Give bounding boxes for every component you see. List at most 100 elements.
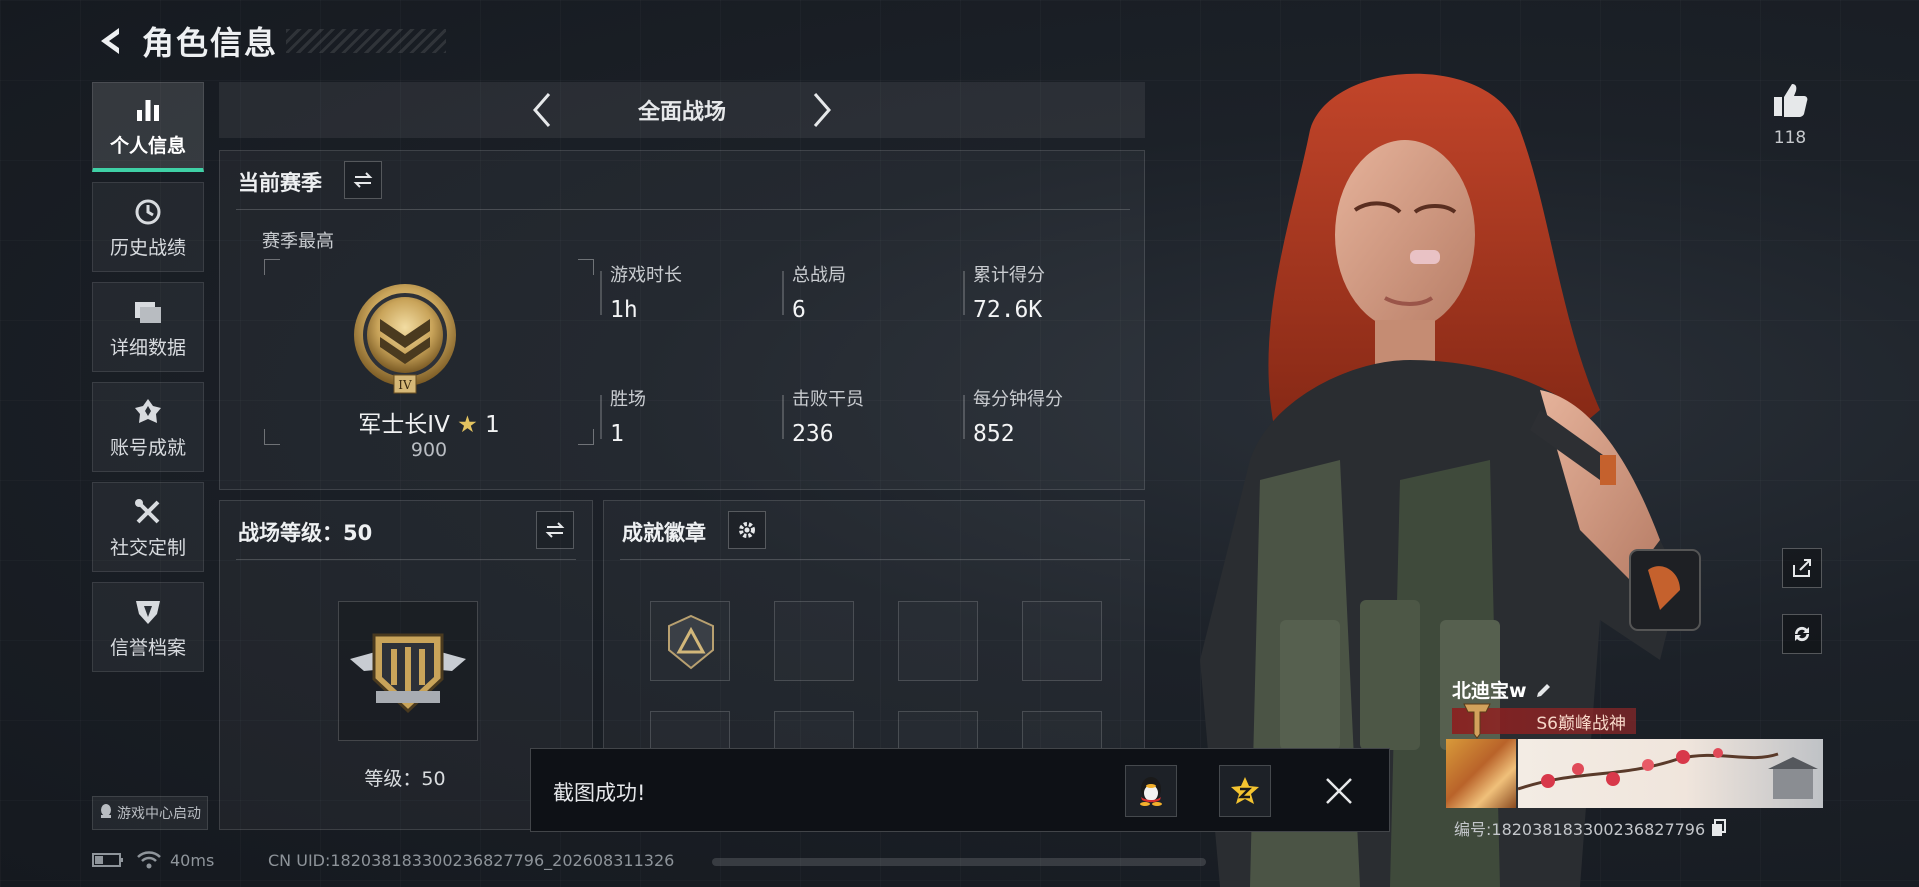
share-button[interactable] — [1782, 548, 1822, 588]
qq-icon — [99, 803, 113, 823]
sidebar: 个人信息 历史战绩 详细数据 账号成就 社交定制 信誉档案 — [92, 82, 204, 682]
thumbs-up-icon — [1774, 84, 1808, 117]
swap-icon — [545, 522, 565, 538]
ping-value: 40ms — [170, 850, 215, 870]
stat-divider — [963, 395, 965, 439]
stat-label: 击败干员 — [792, 389, 864, 410]
uid-text: CN UID:18203818330023682779​6_2026083113… — [268, 851, 675, 870]
refresh-button[interactable] — [1782, 614, 1822, 654]
bar-chart-icon — [131, 93, 165, 127]
badge-slot[interactable] — [774, 601, 854, 681]
horizontal-scrollbar[interactable] — [712, 858, 1206, 866]
battlefield-switch-button[interactable] — [536, 511, 574, 549]
stat-value: 236 — [792, 421, 834, 447]
stat-label: 累计得分 — [973, 265, 1045, 286]
chevron-right-icon — [813, 93, 831, 127]
back-arrow-icon — [101, 28, 119, 54]
sidebar-item-achievements[interactable]: 账号成就 — [92, 382, 204, 472]
achievement-icon — [131, 395, 165, 429]
launch-label: 游戏中心启动 — [117, 806, 201, 822]
panel-divider — [236, 559, 576, 560]
level-badge-icon — [350, 633, 466, 714]
panel-divider — [236, 209, 1130, 210]
game-center-launch-button[interactable]: 游戏中心启动 — [92, 796, 208, 830]
edit-icon[interactable] — [1535, 681, 1553, 699]
like-button[interactable]: 118 — [1766, 80, 1814, 148]
toast-message: 截图成功! — [553, 781, 646, 805]
player-id-row: 编号:18203818330023682779​6 — [1454, 816, 1727, 840]
mode-prev-button[interactable] — [522, 88, 562, 132]
player-card-banner[interactable] — [1446, 739, 1823, 808]
title-emblem-icon — [1463, 703, 1491, 739]
sidebar-item-details[interactable]: 详细数据 — [92, 282, 204, 372]
badge-icon — [668, 614, 714, 670]
stat-divider — [600, 271, 602, 315]
sidebar-item-label: 信誉档案 — [109, 636, 186, 659]
like-count: 118 — [1773, 128, 1807, 148]
stat-value: 1 — [610, 421, 624, 447]
stat-score-per-minute: 每分钟得分 852 — [973, 385, 1063, 447]
shield-icon — [131, 595, 165, 629]
stat-label: 游戏时长 — [610, 265, 682, 286]
stat-divider — [782, 395, 784, 439]
stat-wins: 胜场 1 — [610, 385, 646, 447]
sidebar-item-label: 社交定制 — [109, 536, 186, 559]
stat-kills: 击败干员 236 — [792, 385, 864, 447]
badge-slot[interactable] — [650, 601, 730, 681]
sidebar-item-history[interactable]: 历史战绩 — [92, 182, 204, 272]
stat-value: 6 — [792, 297, 806, 323]
sidebar-item-label: 详细数据 — [109, 336, 186, 359]
toast-close-button[interactable] — [1317, 769, 1361, 813]
header: 角色信息 — [92, 18, 447, 64]
close-icon — [1326, 778, 1352, 804]
share-qzone-button[interactable] — [1219, 765, 1271, 817]
sidebar-item-label: 账号成就 — [109, 436, 186, 459]
wifi-icon — [137, 851, 161, 869]
sidebar-item-label: 历史战绩 — [109, 236, 186, 259]
player-name-row: 北迪宝w — [1452, 676, 1553, 703]
title-decoration — [286, 29, 447, 53]
badge-slot[interactable] — [1022, 601, 1102, 681]
frame-corner — [264, 259, 280, 275]
rank-name-row: 军士长IV ★ 1 — [264, 405, 594, 439]
stat-value: 852 — [973, 421, 1015, 447]
avatar — [1446, 739, 1516, 808]
stat-value: 1h — [610, 297, 638, 323]
current-season-panel: 当前赛季 赛季最高 IV 军士长IV ★ 1 900 游戏时长 1h 总战局 6… — [219, 150, 1145, 490]
copy-icon[interactable] — [1711, 819, 1727, 837]
refresh-icon — [1794, 626, 1810, 642]
qq-penguin-icon — [1140, 777, 1162, 806]
stat-label: 每分钟得分 — [973, 389, 1063, 410]
tools-icon — [131, 495, 165, 529]
season-switch-button[interactable] — [344, 161, 382, 199]
svg-text:IV: IV — [398, 378, 412, 392]
badges-panel-title: 成就徽章 — [622, 521, 706, 545]
panel-divider — [620, 559, 1130, 560]
share-qq-button[interactable] — [1125, 765, 1177, 817]
rank-stars: 1 — [485, 412, 500, 438]
sidebar-item-reputation[interactable]: 信誉档案 — [92, 582, 204, 672]
sidebar-item-personal-info[interactable]: 个人信息 — [92, 82, 204, 172]
back-button[interactable] — [92, 21, 128, 61]
rank-score: 900 — [410, 439, 448, 461]
plum-blossom-icon — [1517, 748, 1818, 799]
mode-next-button[interactable] — [802, 88, 842, 132]
badge-slot[interactable] — [898, 601, 978, 681]
page-title: 角色信息 — [142, 24, 279, 62]
rank-emblem-icon: IV — [354, 284, 456, 394]
frame-corner — [578, 259, 594, 275]
stat-play-time: 游戏时长 1h — [610, 261, 682, 323]
sidebar-item-social[interactable]: 社交定制 — [92, 482, 204, 572]
player-name: 北迪宝w — [1452, 680, 1527, 702]
mode-label: 全面战场 — [637, 100, 726, 125]
mode-selector: 全面战场 — [219, 82, 1145, 138]
badges-settings-button[interactable] — [728, 511, 766, 549]
status-bar: 40ms — [92, 850, 214, 870]
stat-label: 总战局 — [792, 265, 846, 286]
battery-icon — [92, 853, 123, 867]
stat-divider — [600, 395, 602, 439]
clock-icon — [131, 195, 165, 229]
rank-name: 军士长IV — [358, 412, 450, 438]
qzone-star-icon — [1231, 777, 1259, 804]
card-background — [1517, 739, 1823, 808]
